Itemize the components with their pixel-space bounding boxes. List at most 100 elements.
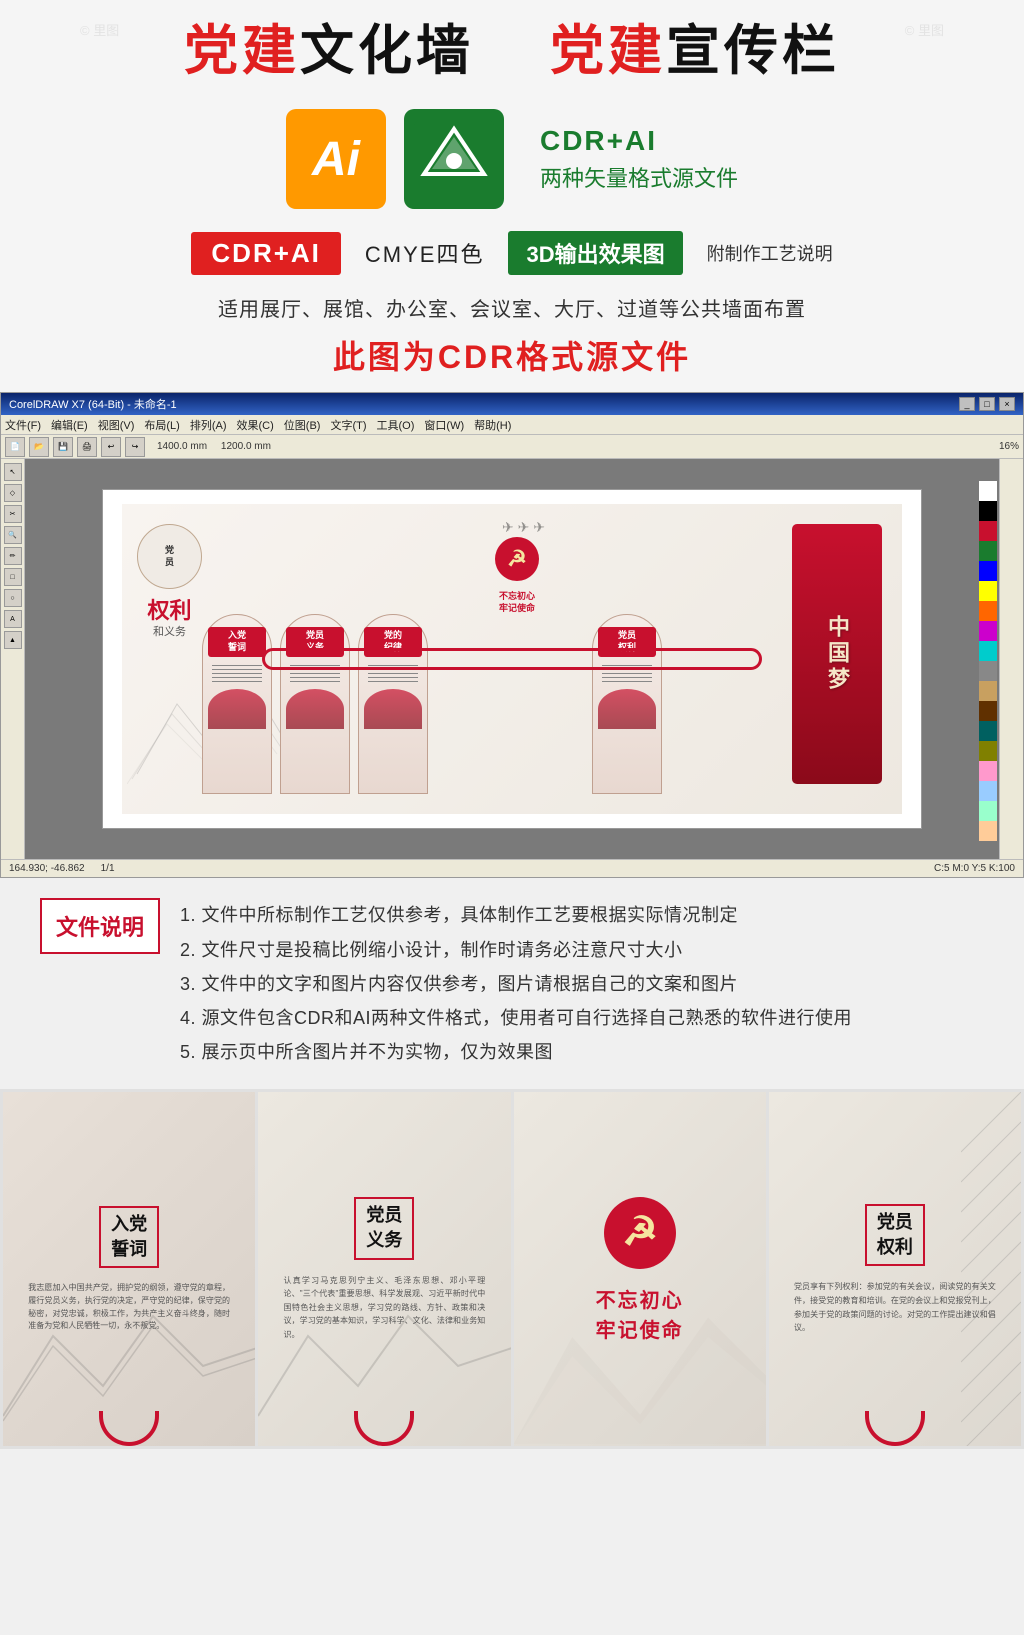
corel-canvas-area: ↖ ◇ ✂ 🔍 ✏ □ ○ A ▲ — [1, 459, 1023, 859]
photo-3-content: ☭ 不忘初心牢记使命 — [514, 1092, 766, 1446]
menu-text[interactable]: 文字(T) — [330, 417, 366, 433]
photo-4-lines — [961, 1092, 1021, 1446]
canvas-wrapper: ↖ ◇ ✂ 🔍 ✏ □ ○ A ▲ — [1, 459, 1023, 859]
swatch-white[interactable] — [979, 481, 997, 501]
photo-4-subtitle: 权利 — [877, 1235, 913, 1260]
swatch-lightblue[interactable] — [979, 781, 997, 801]
tb-new[interactable]: 📄 — [5, 437, 25, 457]
corel-right-panel — [999, 459, 1023, 859]
swatch-blue[interactable] — [979, 561, 997, 581]
h-bracket — [262, 648, 762, 670]
photo-2-subtitle: 义务 — [366, 1228, 402, 1253]
swatch-green[interactable] — [979, 541, 997, 561]
menu-layout[interactable]: 布局(L) — [144, 417, 179, 433]
menu-bitmap[interactable]: 位图(B) — [284, 417, 321, 433]
wall-circle-title: 党员 — [137, 524, 202, 589]
swatch-olive[interactable] — [979, 741, 997, 761]
tool-text[interactable]: A — [4, 610, 22, 628]
corel-window: CorelDRAW X7 (64-Bit) - 未命名-1 _ □ × 文件(F… — [0, 392, 1024, 878]
corel-dimensions: 1400.0 mm 1200.0 mm — [149, 441, 995, 452]
menu-tools[interactable]: 工具(O) — [377, 417, 415, 433]
photo-1-bracket — [99, 1411, 159, 1446]
photo-cell-1: 入党 誓词 我志愿加入中国共产党，拥护党的纲领，遵守党的章程，履行党员义务，执行… — [3, 1092, 255, 1446]
tool-freehand[interactable]: ✏ — [4, 547, 22, 565]
title-mid2: 宣传栏 — [666, 21, 840, 81]
menu-arrange[interactable]: 排列(A) — [190, 417, 227, 433]
file-desc-item-5: 5. 展示页中所含图片并不为实物，仅为效果图 — [180, 1035, 984, 1069]
swatch-yellow[interactable] — [979, 581, 997, 601]
cdr-icon — [404, 109, 504, 209]
tool-rect[interactable]: □ — [4, 568, 22, 586]
file-desc-badge: 文件说明 — [40, 898, 160, 954]
swatch-teal[interactable] — [979, 721, 997, 741]
close-btn[interactable]: × — [999, 397, 1015, 411]
tool-select[interactable]: ↖ — [4, 463, 22, 481]
tb-open[interactable]: 📂 — [29, 437, 49, 457]
photo-1-subtitle: 誓词 — [111, 1237, 147, 1262]
swatch-gold[interactable] — [979, 681, 997, 701]
swatch-orange[interactable] — [979, 601, 997, 621]
swatch-cyan[interactable] — [979, 641, 997, 661]
format-subtitle: 两种矢量格式源文件 — [540, 161, 738, 193]
icon-text: CDR+AI 两种矢量格式源文件 — [540, 125, 738, 193]
maximize-btn[interactable]: □ — [979, 397, 995, 411]
swatch-black[interactable] — [979, 501, 997, 521]
corel-titlebar: CorelDRAW X7 (64-Bit) - 未命名-1 _ □ × — [1, 393, 1023, 415]
photo-1-title: 入党 — [111, 1212, 147, 1237]
svg-text:☭: ☭ — [507, 546, 527, 571]
tb-save[interactable]: 💾 — [53, 437, 73, 457]
panel-lines-1 — [212, 665, 262, 685]
swatch-brown[interactable] — [979, 701, 997, 721]
subtitle-row: 适用展厅、展馆、办公室、会议室、大厅、过道等公共墙面布置 — [0, 283, 1024, 326]
menu-edit[interactable]: 编辑(E) — [51, 417, 88, 433]
swatch-red[interactable] — [979, 521, 997, 541]
fan-red-4 — [598, 689, 656, 729]
swatch-gray[interactable] — [979, 661, 997, 681]
photo-cell-3: ☭ 不忘初心牢记使命 — [514, 1092, 766, 1446]
cdr-format-title: 此图为CDR格式源文件 — [333, 339, 691, 375]
fan-panels: 入党誓词 党员义务 — [202, 614, 428, 794]
status-page: 1/1 — [101, 863, 115, 874]
panel-red-bottom-2 — [286, 689, 344, 729]
file-desc-section: 文件说明 1. 文件中所标制作工艺仅供参考，具体制作工艺要根据实际情况制定 2.… — [0, 878, 1024, 1089]
photo-1-mountain — [3, 1306, 255, 1426]
format-title: CDR+AI — [540, 125, 738, 157]
minimize-btn[interactable]: _ — [959, 397, 975, 411]
header-section: © 里图 © 里图 党建文化墙 党建宣传栏 — [0, 0, 1024, 91]
badge-cmyk: CMYE四色 — [365, 237, 485, 269]
tool-ellipse[interactable]: ○ — [4, 589, 22, 607]
photo-3-slogan: 不忘初心牢记使命 — [596, 1286, 684, 1346]
menu-view[interactable]: 视图(V) — [98, 417, 135, 433]
subtitle-text: 适用展厅、展馆、办公室、会议室、大厅、过道等公共墙面布置 — [218, 299, 806, 321]
swatch-pink[interactable] — [979, 761, 997, 781]
tool-fill[interactable]: ▲ — [4, 631, 22, 649]
tool-zoom[interactable]: 🔍 — [4, 526, 22, 544]
photo-cell-4: 党员 权利 党员享有下列权利：参加党的有关会议，阅读党的有关文件，接受党的教育和… — [769, 1092, 1021, 1446]
tool-shape[interactable]: ◇ — [4, 484, 22, 502]
color-palette — [979, 481, 997, 841]
tb-redo[interactable]: ↪ — [125, 437, 145, 457]
center-emblem: ☭ 不忘初心牢记使命 — [492, 534, 542, 614]
title-part2: 党建 — [550, 21, 666, 81]
status-cmyk: C:5 M:0 Y:5 K:100 — [934, 863, 1015, 874]
screenshot-section: CorelDRAW X7 (64-Bit) - 未命名-1 _ □ × 文件(F… — [0, 392, 1024, 878]
photo-cell-2: 党员 义务 认真学习马克思列宁主义、毛泽东思想、邓小平理论、"三个代表"重要思想… — [258, 1092, 510, 1446]
swatch-purple[interactable] — [979, 621, 997, 641]
menu-effects[interactable]: 效果(C) — [237, 417, 274, 433]
swatch-mint[interactable] — [979, 801, 997, 821]
file-desc-list: 1. 文件中所标制作工艺仅供参考，具体制作工艺要根据实际情况制定 2. 文件尺寸… — [180, 898, 984, 1069]
tool-crop[interactable]: ✂ — [4, 505, 22, 523]
svg-text:☭: ☭ — [622, 1210, 658, 1254]
swatch-peach[interactable] — [979, 821, 997, 841]
menu-window[interactable]: 窗口(W) — [424, 417, 464, 433]
photo-4-bracket — [865, 1411, 925, 1446]
wall-subtitle: 和义务 — [137, 625, 202, 640]
tb-undo[interactable]: ↩ — [101, 437, 121, 457]
menu-help[interactable]: 帮助(H) — [474, 417, 511, 433]
tb-print[interactable]: 🖨 — [77, 437, 97, 457]
menu-file[interactable]: 文件(F) — [5, 417, 41, 433]
fan-panel-1: 入党誓词 — [202, 614, 272, 794]
badge-3d: 3D输出效果图 — [508, 231, 682, 275]
corel-menubar: 文件(F) 编辑(E) 视图(V) 布局(L) 排列(A) 效果(C) 位图(B… — [1, 415, 1023, 435]
corel-toolbar1: 📄 📂 💾 🖨 ↩ ↪ 1400.0 mm 1200.0 mm 16% — [1, 435, 1023, 459]
